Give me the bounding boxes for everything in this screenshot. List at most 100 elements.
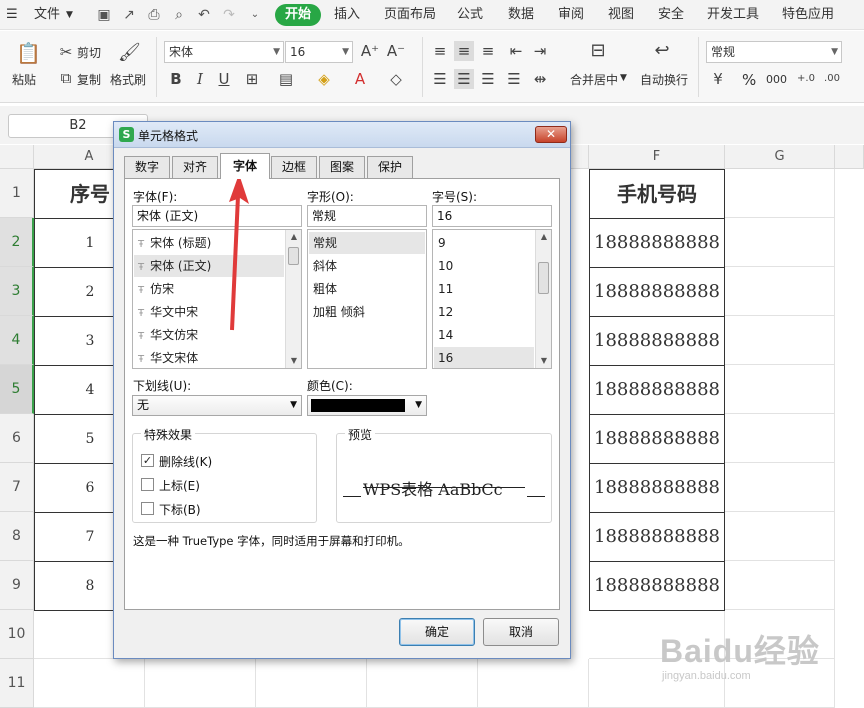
size-list[interactable]: 9 10 11 12 14 16 ▲ ▼ (432, 229, 552, 369)
tab-data[interactable]: 数据 (508, 0, 534, 30)
scroll-down-icon[interactable]: ▼ (536, 354, 551, 368)
tab-pattern[interactable]: 图案 (319, 156, 365, 178)
list-item[interactable]: 粗体 (309, 278, 425, 300)
cell[interactable] (725, 561, 835, 610)
distribute-icon[interactable]: ⇹ (530, 69, 550, 89)
border-icon[interactable]: ⊞ (242, 69, 262, 89)
tab-start[interactable]: 开始 (275, 4, 322, 26)
phone-cell[interactable]: 18888888888 (589, 316, 725, 366)
percent-button[interactable]: % (742, 71, 756, 89)
tab-view[interactable]: 视图 (608, 0, 634, 30)
tab-page-layout[interactable]: 页面布局 (384, 0, 436, 30)
underline-select[interactable]: 无 ▼ (132, 395, 302, 416)
row-header-10[interactable]: 10 (0, 610, 34, 659)
wrap-icon[interactable]: ↩ (652, 41, 672, 61)
cell[interactable] (725, 316, 835, 365)
clear-format-icon[interactable]: ◇ (386, 69, 406, 89)
row-header-3[interactable]: 3 (0, 267, 34, 316)
phone-cell[interactable]: 18888888888 (589, 365, 725, 415)
cell[interactable] (725, 267, 835, 316)
close-button[interactable]: ✕ (535, 126, 567, 143)
more-icon[interactable]: ⌄ (246, 6, 264, 24)
copy-icon[interactable]: ⧉ (56, 68, 76, 88)
print-icon[interactable]: ⎙ (145, 6, 163, 24)
tab-number[interactable]: 数字 (124, 156, 170, 178)
scroll-up-icon[interactable]: ▲ (286, 230, 301, 244)
cell[interactable] (725, 169, 835, 218)
list-item[interactable]: 16 (434, 347, 534, 368)
comma-button[interactable]: 000 (766, 73, 787, 86)
list-item[interactable]: Ŧ 仿宋 (134, 278, 284, 300)
chevron-down-icon[interactable]: ▼ (620, 73, 627, 83)
strikethrough-label[interactable]: 删除线(K) (159, 453, 212, 470)
export-icon[interactable]: ↗ (120, 6, 138, 24)
font-size-select[interactable]: 16 ▼ (285, 41, 353, 63)
font-list-scrollbar[interactable]: ▲ ▼ (285, 230, 301, 368)
scroll-thumb[interactable] (538, 262, 549, 294)
column-header-f[interactable]: F (589, 145, 725, 169)
copy-button[interactable]: 复制 (77, 71, 101, 88)
dialog-titlebar[interactable]: S 单元格格式 ✕ (114, 122, 570, 148)
phone-cell[interactable]: 18888888888 (589, 218, 725, 268)
wrap-text-button[interactable]: 自动换行 (640, 71, 688, 88)
align-left-icon[interactable]: ☰ (430, 69, 450, 89)
phone-cell[interactable]: 18888888888 (589, 561, 725, 611)
select-all-corner[interactable] (0, 145, 34, 169)
undo-icon[interactable]: ↶ (195, 6, 213, 24)
cell[interactable] (367, 659, 478, 708)
row-header-8[interactable]: 8 (0, 512, 34, 561)
align-middle-icon[interactable]: ≡ (454, 41, 474, 61)
align-bottom-icon[interactable]: ≡ (478, 41, 498, 61)
decrease-decimal-icon[interactable]: .00 (822, 69, 842, 89)
cell[interactable] (478, 659, 589, 708)
menu-file[interactable]: 文件 (34, 0, 60, 30)
phone-cell[interactable]: 18888888888 (589, 414, 725, 464)
list-item[interactable]: Ŧ 华文仿宋 (134, 324, 284, 346)
redo-icon[interactable]: ↷ (220, 6, 238, 24)
format-painter-button[interactable]: 格式刷 (110, 71, 146, 88)
list-item[interactable]: Ŧ 宋体 (标题) (134, 232, 284, 254)
cell[interactable] (725, 365, 835, 414)
currency-icon[interactable]: ¥ (708, 69, 728, 89)
row-header-1[interactable]: 1 (0, 169, 34, 218)
paste-button[interactable]: 粘贴 (12, 71, 36, 88)
strikethrough-checkbox[interactable]: ✓ (141, 454, 154, 467)
header-cell-phone[interactable]: 手机号码 (589, 169, 725, 219)
subscript-checkbox[interactable] (141, 502, 154, 515)
paste-icon[interactable]: 📋 (16, 43, 41, 63)
style-input[interactable]: 常规 (307, 205, 427, 227)
row-header-6[interactable]: 6 (0, 414, 34, 463)
tab-developer[interactable]: 开发工具 (707, 0, 759, 30)
cell[interactable] (145, 659, 256, 708)
color-select[interactable]: ▼ (307, 395, 427, 416)
list-item[interactable]: 常规 (309, 232, 425, 254)
scissors-icon[interactable]: ✂ (56, 42, 76, 62)
column-header-h[interactable] (835, 145, 864, 169)
tab-security[interactable]: 安全 (658, 0, 684, 30)
list-item[interactable]: Ŧ 华文宋体 (134, 347, 284, 368)
list-item[interactable]: 斜体 (309, 255, 425, 277)
italic-icon[interactable]: I (190, 69, 210, 89)
scroll-down-icon[interactable]: ▼ (286, 354, 301, 368)
cell[interactable] (34, 659, 145, 708)
cell[interactable] (725, 463, 835, 512)
list-item[interactable]: 14 (434, 324, 534, 346)
font-color-icon[interactable]: A (350, 69, 370, 89)
font-name-select[interactable]: 宋体 ▼ (164, 41, 284, 63)
decrease-font-icon[interactable]: A⁻ (386, 41, 406, 61)
size-list-scrollbar[interactable]: ▲ ▼ (535, 230, 551, 368)
phone-cell[interactable]: 18888888888 (589, 512, 725, 562)
list-item[interactable]: 12 (434, 301, 534, 323)
chevron-down-icon[interactable]: ▼ (66, 0, 73, 30)
cell[interactable] (725, 512, 835, 561)
size-input[interactable]: 16 (432, 205, 552, 227)
scroll-up-icon[interactable]: ▲ (536, 230, 551, 244)
row-header-5[interactable]: 5 (0, 365, 34, 414)
list-item[interactable]: 9 (434, 232, 534, 254)
indent-increase-icon[interactable]: ⇥ (530, 41, 550, 61)
print-preview-icon[interactable]: ⌕ (170, 6, 188, 24)
phone-cell[interactable]: 18888888888 (589, 267, 725, 317)
cut-button[interactable]: 剪切 (77, 44, 101, 61)
merge-icon[interactable]: ⊟ (588, 41, 608, 61)
font-input[interactable]: 宋体 (正文) (132, 205, 302, 227)
